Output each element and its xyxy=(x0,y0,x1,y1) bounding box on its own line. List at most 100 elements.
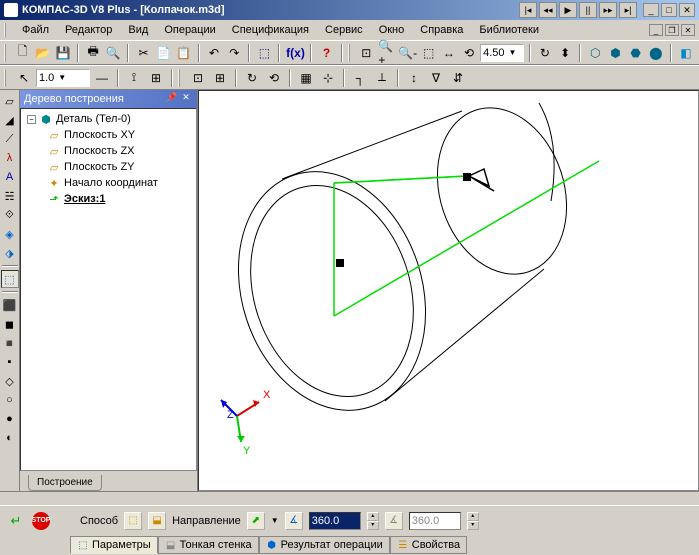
scale-value-combo[interactable]: 4.50▼ xyxy=(480,44,524,62)
snap3-icon[interactable]: ↻ xyxy=(242,68,262,88)
param-icon[interactable]: ⊞ xyxy=(146,68,166,88)
shaded-icon[interactable]: ⬣ xyxy=(627,43,645,63)
pan-icon[interactable]: ↔ xyxy=(440,43,458,63)
minimize-button[interactable]: _ xyxy=(643,3,659,17)
angle2-input[interactable]: 360.0 xyxy=(409,512,461,530)
undo-icon[interactable]: ↶ xyxy=(205,43,223,63)
vtool-b5[interactable]: ◇ xyxy=(1,372,19,390)
mdi-close[interactable]: ✕ xyxy=(681,24,695,36)
angle1-input[interactable]: 360.0 xyxy=(309,512,361,530)
menu-service[interactable]: Сервис xyxy=(317,22,371,38)
shaded2-icon[interactable]: ⬤ xyxy=(647,43,665,63)
viewport-3d[interactable]: X Y Z xyxy=(198,90,699,491)
vtool-2[interactable]: ◢ xyxy=(1,111,19,129)
tab-props[interactable]: ☰Свойства xyxy=(390,536,467,554)
arrows-icon[interactable]: ⇵ xyxy=(448,68,468,88)
tree-tab-build[interactable]: Построение xyxy=(28,475,102,491)
tree-twisty-icon[interactable]: − xyxy=(27,115,36,124)
angle-icon[interactable]: ∡ xyxy=(285,512,303,530)
snap-icon[interactable]: ⊹ xyxy=(318,68,338,88)
vtool-b4[interactable]: ▪ xyxy=(1,353,19,371)
menu-view[interactable]: Вид xyxy=(120,22,156,38)
zoom-fit-icon[interactable]: ⊡ xyxy=(357,43,375,63)
tab-result[interactable]: ⬢Результат операции xyxy=(259,536,390,554)
tree-item-zy[interactable]: ▱ Плоскость ZY xyxy=(23,159,194,175)
vtool-8[interactable]: ◈ xyxy=(1,225,19,243)
cut-icon[interactable]: ✂ xyxy=(134,43,152,63)
media-next[interactable]: ▸▸ xyxy=(599,2,617,18)
menu-window[interactable]: Окно xyxy=(371,22,413,38)
method-2-icon[interactable]: ⬓ xyxy=(148,512,166,530)
tree-item-origin[interactable]: ✦ Начало координат xyxy=(23,175,194,191)
vtool-6[interactable]: ☵ xyxy=(1,187,19,205)
menubar-gripper[interactable] xyxy=(4,23,10,37)
tree-item-sketch[interactable]: ⬏ Эскиз:1 xyxy=(23,191,194,207)
vtool-3[interactable]: ⟋ xyxy=(1,130,19,148)
vtool-b2[interactable]: ◼ xyxy=(1,315,19,333)
auto-icon[interactable]: ⟟ xyxy=(124,68,144,88)
method-1-icon[interactable]: ⬚ xyxy=(124,512,142,530)
apply-icon[interactable]: ↵ xyxy=(6,511,26,531)
preview-icon[interactable]: 🔍 xyxy=(104,43,122,63)
tree-pin-icon[interactable]: 📌 xyxy=(165,92,179,106)
media-pause[interactable]: || xyxy=(579,2,597,18)
wireframe-icon[interactable]: ⬡ xyxy=(586,43,604,63)
menu-operations[interactable]: Операции xyxy=(156,22,223,38)
toolbar1b-gripper[interactable] xyxy=(348,44,354,62)
maximize-button[interactable]: □ xyxy=(661,3,677,17)
rotate-icon[interactable]: ↻ xyxy=(536,43,554,63)
snap1-icon[interactable]: ⊡ xyxy=(188,68,208,88)
vtool-9[interactable]: ⬗ xyxy=(1,244,19,262)
vtool-b6[interactable]: ○ xyxy=(1,391,19,409)
media-prev[interactable]: ◂◂ xyxy=(539,2,557,18)
paste-icon[interactable]: 📋 xyxy=(175,43,193,63)
perspective-icon[interactable]: ◧ xyxy=(677,43,695,63)
sketch-icon[interactable]: ⬚ xyxy=(255,43,273,63)
tol-icon[interactable]: ∇ xyxy=(426,68,446,88)
help-icon[interactable]: ? xyxy=(317,43,335,63)
copy-icon[interactable]: 📄 xyxy=(155,43,173,63)
vtool-b7[interactable]: ● xyxy=(1,410,19,428)
close-button[interactable]: ✕ xyxy=(679,3,695,17)
redo-icon[interactable]: ↷ xyxy=(225,43,243,63)
vtool-1[interactable]: ▱ xyxy=(1,92,19,110)
media-play[interactable]: ▶ xyxy=(559,2,577,18)
toolbar2b-gripper[interactable] xyxy=(178,69,184,87)
direction-icon[interactable]: ⬈ xyxy=(247,512,265,530)
menu-spec[interactable]: Спецификация xyxy=(224,22,317,38)
snap4-icon[interactable]: ⟲ xyxy=(264,68,284,88)
menu-editor[interactable]: Редактор xyxy=(57,22,120,38)
stop-icon[interactable]: STOP xyxy=(32,512,50,530)
grid-icon[interactable]: ▦ xyxy=(296,68,316,88)
linestyle-icon[interactable]: — xyxy=(92,68,112,88)
angle2-spinner[interactable]: ▴▾ xyxy=(467,512,479,530)
menu-help[interactable]: Справка xyxy=(412,22,471,38)
angle2-icon[interactable]: ∡ xyxy=(385,512,403,530)
scrollbar-horizontal[interactable] xyxy=(0,491,699,505)
tab-thin[interactable]: ⬓Тонкая стенка xyxy=(158,536,259,554)
orient-icon[interactable]: ⬍ xyxy=(556,43,574,63)
vtool-7[interactable]: ⟐ xyxy=(1,206,19,224)
ortho1-icon[interactable]: ┐ xyxy=(350,68,370,88)
zoom-window-icon[interactable]: ⬚ xyxy=(420,43,438,63)
save-icon[interactable]: 💾 xyxy=(54,43,72,63)
zoom-out-icon[interactable]: 🔍- xyxy=(398,43,418,63)
tree-close-icon[interactable]: ✕ xyxy=(179,92,193,106)
menu-file[interactable]: Файл xyxy=(14,22,57,38)
toolbar1-gripper[interactable] xyxy=(4,44,10,62)
scale-combo[interactable]: 1.0▼ xyxy=(36,69,90,87)
vtool-b1[interactable]: ⬛ xyxy=(1,296,19,314)
media-first[interactable]: |◂ xyxy=(519,2,537,18)
vtool-extrude[interactable]: ⬚ xyxy=(1,270,19,288)
mdi-minimize[interactable]: _ xyxy=(649,24,663,36)
zoom-in-icon[interactable]: 🔍+ xyxy=(377,43,395,63)
dim-icon[interactable]: ↕ xyxy=(404,68,424,88)
mdi-restore[interactable]: ❐ xyxy=(665,24,679,36)
vtool-b3[interactable]: ◾ xyxy=(1,334,19,352)
media-last[interactable]: ▸| xyxy=(619,2,637,18)
snap2-icon[interactable]: ⊞ xyxy=(210,68,230,88)
scale-prev-icon[interactable]: ⟲ xyxy=(460,43,478,63)
tree-item-xy[interactable]: ▱ Плоскость XY xyxy=(23,127,194,143)
tab-params[interactable]: ⬚Параметры xyxy=(70,536,158,554)
new-icon[interactable]: 🗋 xyxy=(14,43,32,63)
